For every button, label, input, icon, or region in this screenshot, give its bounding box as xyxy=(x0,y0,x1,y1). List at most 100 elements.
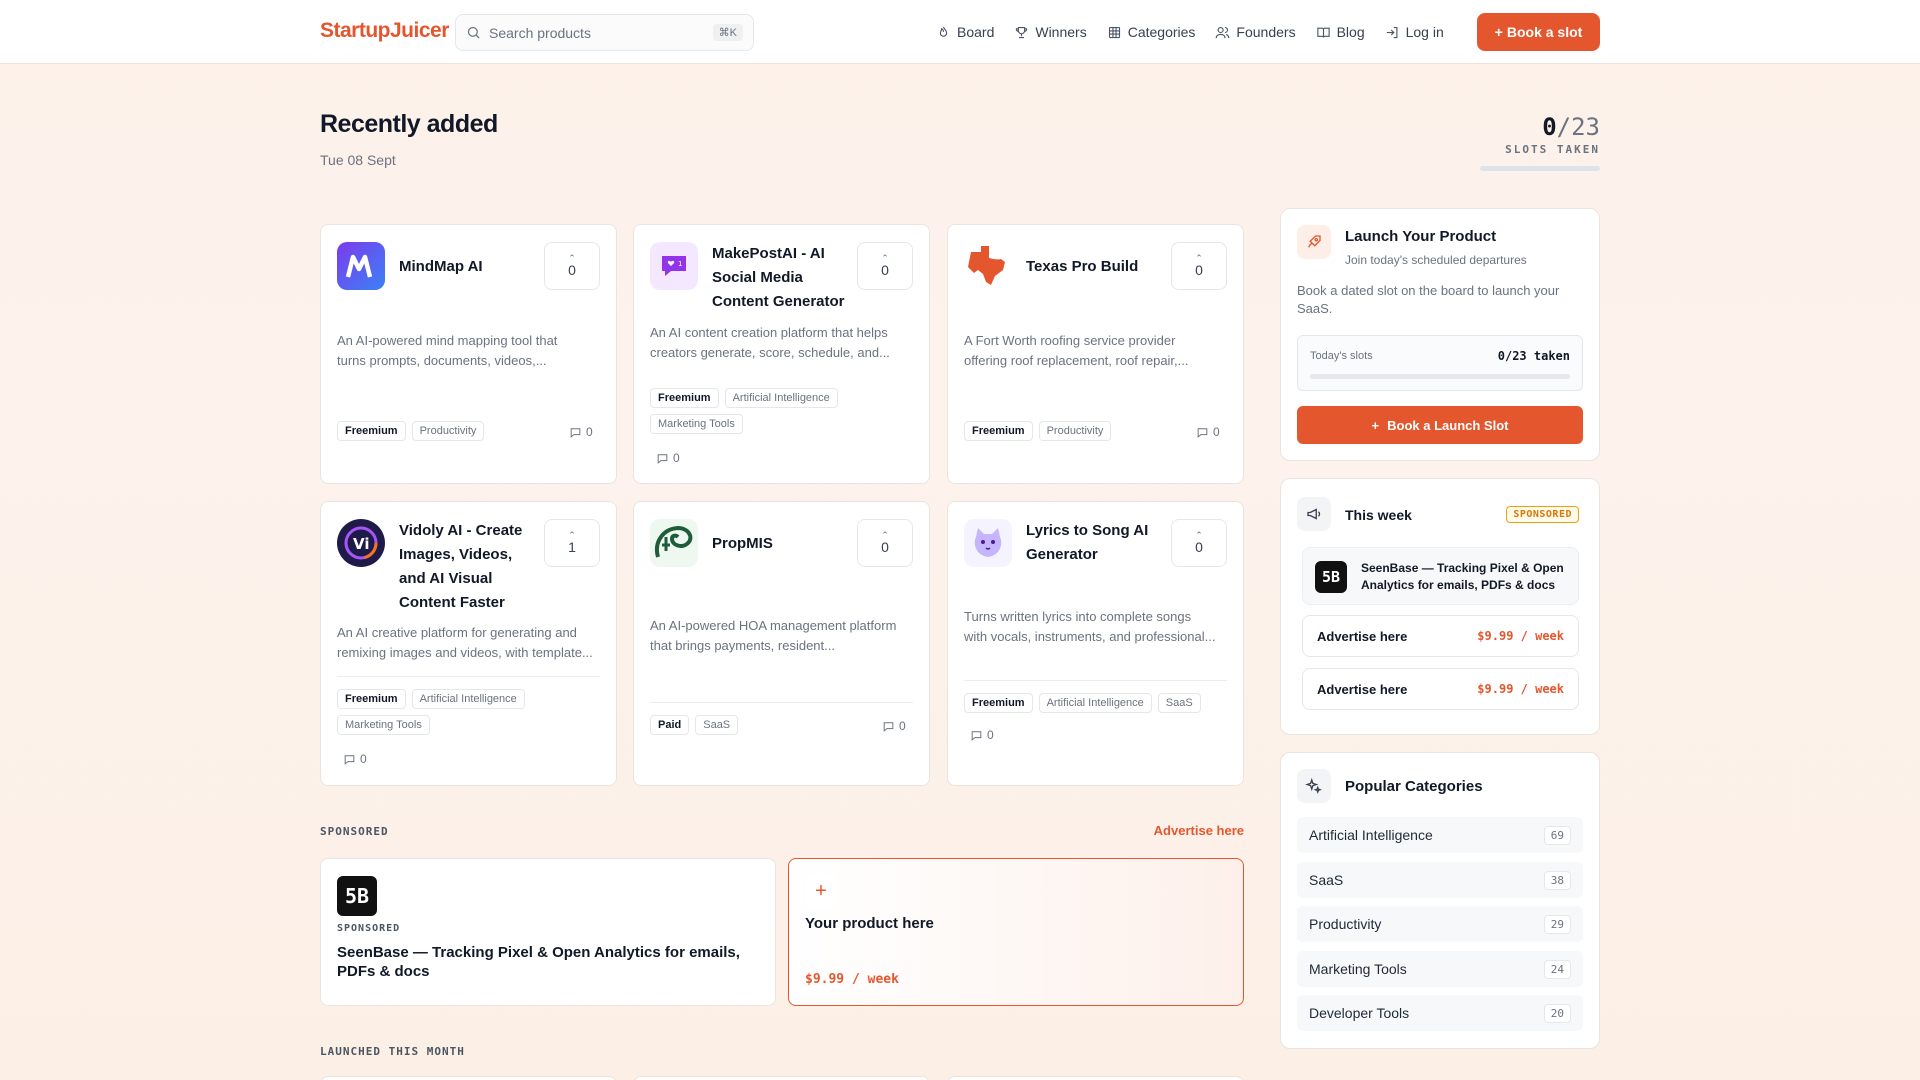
book-launch-slot-button[interactable]: + Book a Launch Slot xyxy=(1297,406,1583,444)
product-name[interactable]: PropMIS xyxy=(712,532,852,556)
nav-categories[interactable]: Categories xyxy=(1107,24,1195,40)
upvote-button[interactable]: ⌃ 0 xyxy=(1171,242,1227,290)
product-description: Turns written lyrics into complete songs… xyxy=(964,609,1216,644)
plus-icon: + xyxy=(1494,24,1503,40)
advertise-slot[interactable]: Advertise here $9.99 / week xyxy=(1302,615,1579,657)
category-row-productivity[interactable]: Productivity 29 xyxy=(1297,906,1583,942)
upvote-arrow-icon: ⌃ xyxy=(568,253,576,263)
comments-count[interactable]: 0 xyxy=(343,752,367,766)
book-slot-button[interactable]: + Book a slot xyxy=(1477,13,1600,51)
todays-slots-bar xyxy=(1310,374,1570,379)
login-icon xyxy=(1386,26,1398,38)
product-description: An AI content creation platform that hel… xyxy=(650,325,890,360)
category-tag[interactable]: SaaS xyxy=(1157,693,1201,713)
launched-this-month-label: LAUNCHED THIS MONTH xyxy=(320,1045,465,1058)
comments-count[interactable]: 0 xyxy=(1196,425,1220,439)
nav-board[interactable]: Board xyxy=(936,24,994,40)
site-logo[interactable]: StartupJuicer xyxy=(320,19,449,43)
upvote-button[interactable]: ⌃ 0 xyxy=(857,242,913,290)
upvote-arrow-icon: ⌃ xyxy=(1195,253,1203,263)
product-name[interactable]: MakePostAI - AI Social Media Content Gen… xyxy=(712,242,852,314)
category-tag[interactable]: Artificial Intelligence xyxy=(724,388,838,408)
pricing-tag[interactable]: Freemium xyxy=(964,421,1033,441)
search-input[interactable]: Search products xyxy=(489,25,705,41)
nav-blog[interactable]: Blog xyxy=(1316,24,1365,40)
product-card-makepostai[interactable]: 1 MakePostAI - AI Social Media Content G… xyxy=(633,224,930,484)
product-card-lyrics-to-song[interactable]: Lyrics to Song AI Generator ⌃ 0 Turns wri… xyxy=(947,501,1244,786)
product-card-vidoly[interactable]: Vi Vidoly AI - Create Images, Videos, an… xyxy=(320,501,617,786)
product-card-mindmap[interactable]: MindMap AI ⌃ 0 An AI-powered mind mapping… xyxy=(320,224,617,484)
category-row-marketing-tools[interactable]: Marketing Tools 24 xyxy=(1297,951,1583,987)
product-card-texas-pro-build[interactable]: Texas Pro Build ⌃ 0 A Fort Worth roofing … xyxy=(947,224,1244,484)
product-name[interactable]: Lyrics to Song AI Generator xyxy=(1026,519,1166,567)
product-name[interactable]: MindMap AI xyxy=(399,255,539,279)
launched-card-3[interactable] xyxy=(947,1076,1244,1080)
your-product-here-card[interactable]: + Your product here $9.99 / week xyxy=(788,858,1244,1006)
product-description: An AI-powered mind mapping tool that turn… xyxy=(337,333,558,368)
comments-count[interactable]: 0 xyxy=(970,728,994,742)
product-name[interactable]: Texas Pro Build xyxy=(1026,255,1166,279)
category-tag[interactable]: Artificial Intelligence xyxy=(1038,693,1152,713)
product-tags: Freemium Artificial Intelligence Marketi… xyxy=(650,388,920,434)
nav-founders[interactable]: Founders xyxy=(1215,24,1296,40)
svg-text:1: 1 xyxy=(678,260,682,268)
page-title: Recently added xyxy=(320,110,498,138)
comment-icon xyxy=(657,453,668,464)
launched-card-2[interactable] xyxy=(633,1076,930,1080)
week-sponsor-seenbase[interactable]: 5B SeenBase — Tracking Pixel & Open Analy… xyxy=(1302,547,1579,605)
sponsor-title: SeenBase — Tracking Pixel & Open Analyti… xyxy=(337,944,740,980)
product-card-propmis[interactable]: PropMIS ⌃ 0 An AI-powered HOA management … xyxy=(633,501,930,786)
card-divider xyxy=(964,680,1227,681)
main-nav: Board Winners Categories Founders Blog L… xyxy=(936,0,1444,64)
product-name[interactable]: Vidoly AI - Create Images, Videos, and A… xyxy=(399,519,539,615)
category-tag[interactable]: SaaS xyxy=(695,715,739,735)
lyrics-logo-icon xyxy=(964,519,1012,567)
search-shortcut: ⌘K xyxy=(712,24,743,41)
upvote-button[interactable]: ⌃ 1 xyxy=(544,519,600,567)
upvote-button[interactable]: ⌃ 0 xyxy=(857,519,913,567)
page-date: Tue 08 Sept xyxy=(320,152,396,168)
advertise-slot[interactable]: Advertise here $9.99 / week xyxy=(1302,668,1579,710)
category-row-developer-tools[interactable]: Developer Tools 20 xyxy=(1297,995,1583,1031)
pricing-tag[interactable]: Freemium xyxy=(337,421,406,441)
sponsor-card-seenbase[interactable]: 5B SPONSORED SeenBase — Tracking Pixel &… xyxy=(320,858,776,1006)
pricing-tag[interactable]: Paid xyxy=(650,715,690,735)
upvote-button[interactable]: ⌃ 0 xyxy=(544,242,600,290)
pricing-tag[interactable]: Freemium xyxy=(337,689,406,709)
pricing-tag[interactable]: Freemium xyxy=(964,693,1033,713)
product-tags: Freemium Artificial Intelligence Marketi… xyxy=(337,689,607,735)
week-sponsor-title: SeenBase — Tracking Pixel & Open Analytic… xyxy=(1361,561,1564,592)
category-row-ai[interactable]: Artificial Intelligence 69 xyxy=(1297,817,1583,853)
nav-winners[interactable]: Winners xyxy=(1014,24,1087,40)
comments-count[interactable]: 0 xyxy=(882,719,906,733)
comments-count[interactable]: 0 xyxy=(569,425,593,439)
comments-count[interactable]: 0 xyxy=(656,451,680,465)
book-icon xyxy=(1316,27,1330,38)
nav-login[interactable]: Log in xyxy=(1385,24,1444,40)
makepost-logo-icon: 1 xyxy=(650,242,698,290)
category-tag[interactable]: Artificial Intelligence xyxy=(411,689,525,709)
slots-counter: 0/23 xyxy=(1542,113,1600,141)
category-tag[interactable]: Productivity xyxy=(1038,421,1112,441)
advertise-here-link[interactable]: Advertise here xyxy=(1154,823,1244,838)
launch-title: Launch Your Product xyxy=(1345,228,1497,245)
mindmap-logo-icon xyxy=(337,242,385,290)
plus-icon: + xyxy=(805,875,837,907)
upvote-arrow-icon: ⌃ xyxy=(881,253,889,263)
todays-slots-value: 0/23 taken xyxy=(1497,349,1570,363)
popular-categories-panel: Popular Categories Artificial Intelligen… xyxy=(1280,752,1600,1049)
launched-card-1[interactable] xyxy=(320,1076,617,1080)
category-row-saas[interactable]: SaaS 38 xyxy=(1297,862,1583,898)
category-tag[interactable]: Marketing Tools xyxy=(650,414,743,434)
pricing-tag[interactable]: Freemium xyxy=(650,388,719,408)
category-tag[interactable]: Marketing Tools xyxy=(337,715,430,735)
todays-slots-label: Today's slots xyxy=(1310,350,1373,362)
rocket-icon xyxy=(1297,225,1331,259)
comment-icon xyxy=(1197,427,1208,438)
search-box[interactable]: Search products ⌘K xyxy=(455,14,754,51)
upvote-button[interactable]: ⌃ 0 xyxy=(1171,519,1227,567)
product-tags: Freemium Artificial Intelligence SaaS xyxy=(964,693,1234,713)
sponsored-section-label: SPONSORED xyxy=(320,825,389,838)
slots-label: SLOTS TAKEN xyxy=(1505,143,1600,156)
category-tag[interactable]: Productivity xyxy=(411,421,485,441)
